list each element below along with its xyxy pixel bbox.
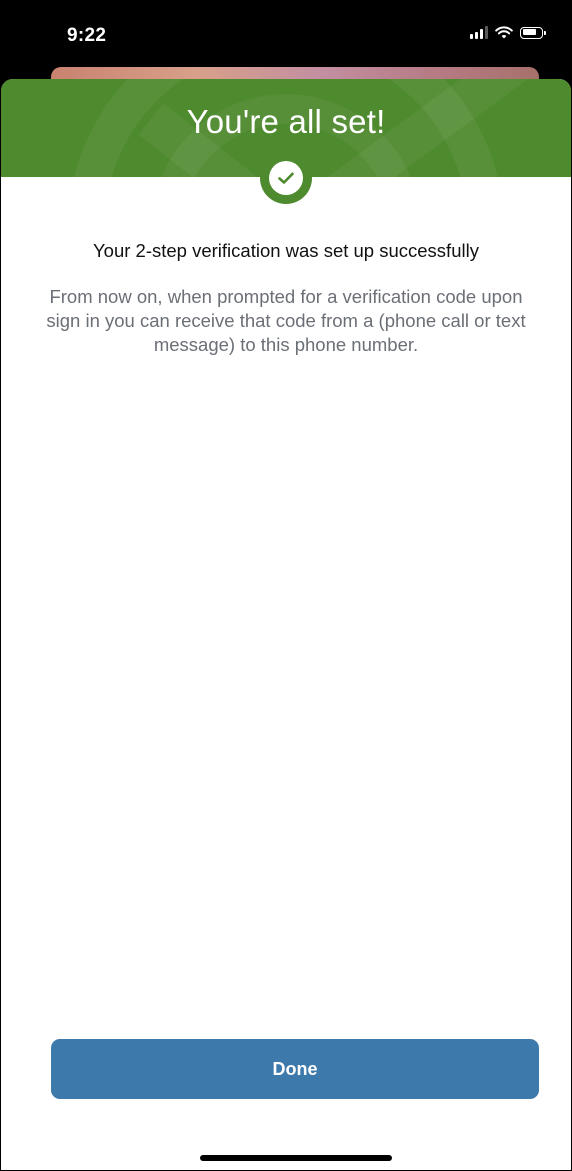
status-bar: 9:22: [1, 1, 571, 65]
done-button[interactable]: Done: [51, 1039, 539, 1099]
checkmark-icon: [278, 172, 294, 184]
success-badge: [260, 152, 312, 204]
phone-screen: 9:22 You're all set! Your 2-step verific…: [0, 0, 572, 1171]
success-description: From now on, when prompted for a verific…: [46, 286, 526, 355]
status-time: 9:22: [67, 25, 107, 46]
success-headline: Your 2-step verification was set up succ…: [93, 240, 479, 261]
sheet-title: You're all set!: [186, 103, 386, 140]
home-indicator: [200, 1155, 392, 1161]
confirmation-sheet: You're all set! Your 2-step verification…: [1, 79, 571, 1170]
wifi-icon: [495, 26, 513, 39]
status-icons: [470, 26, 546, 39]
battery-icon: [520, 26, 546, 39]
cellular-signal-icon: [470, 26, 488, 39]
